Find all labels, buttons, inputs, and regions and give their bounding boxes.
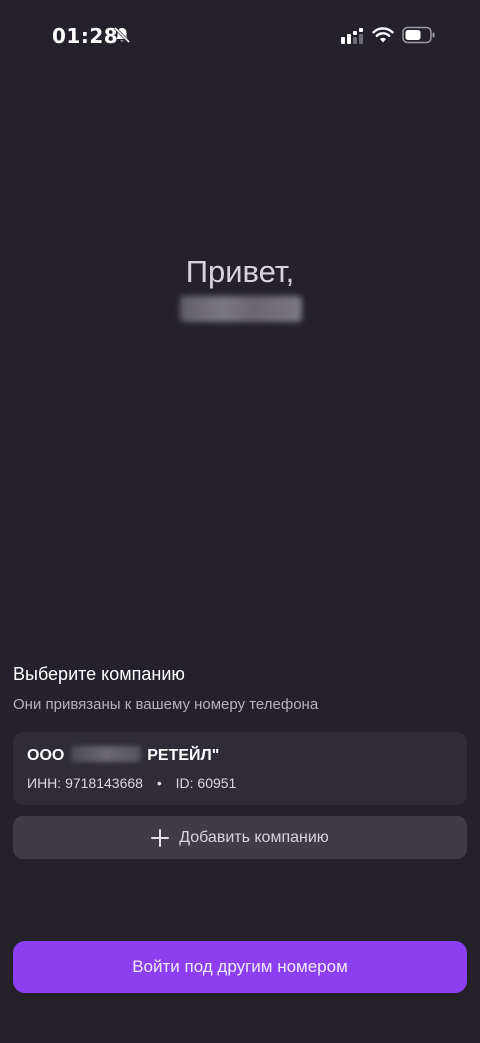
details-separator: • [156,775,162,791]
battery-icon [402,26,435,44]
section-subtitle: Они привязаны к вашему номеру телефона [13,696,319,713]
status-bar: 01:28 [0,0,480,72]
company-details: ИНН: 9718143668 • ID: 60951 [27,775,236,791]
company-id: ID: 60951 [175,775,237,791]
company-name-prefix: ООО [27,747,65,764]
add-company-label: Добавить компанию [179,828,329,846]
login-other-number-button[interactable]: Войти под другим номером [13,941,467,993]
username-redacted [180,296,302,322]
company-name-suffix: РЕТЕЙЛ" [147,747,220,764]
signal-icon [341,28,363,44]
company-name-redacted [70,746,141,762]
wifi-icon [372,27,394,43]
company-name: ООО РЕТЕЙЛ" [27,746,219,765]
company-inn: ИНН: 9718143668 [27,775,143,791]
status-time: 01:28 [52,24,119,48]
add-company-button[interactable]: Добавить компанию [13,816,467,859]
bell-off-icon [113,26,131,44]
section-title: Выберите компанию [13,664,185,684]
company-card[interactable]: ООО РЕТЕЙЛ" ИНН: 9718143668 • ID: 60951 [13,732,467,805]
plus-icon [151,828,170,847]
greeting-title: Привет, [185,254,295,289]
login-other-number-label: Войти под другим номером [132,957,348,976]
